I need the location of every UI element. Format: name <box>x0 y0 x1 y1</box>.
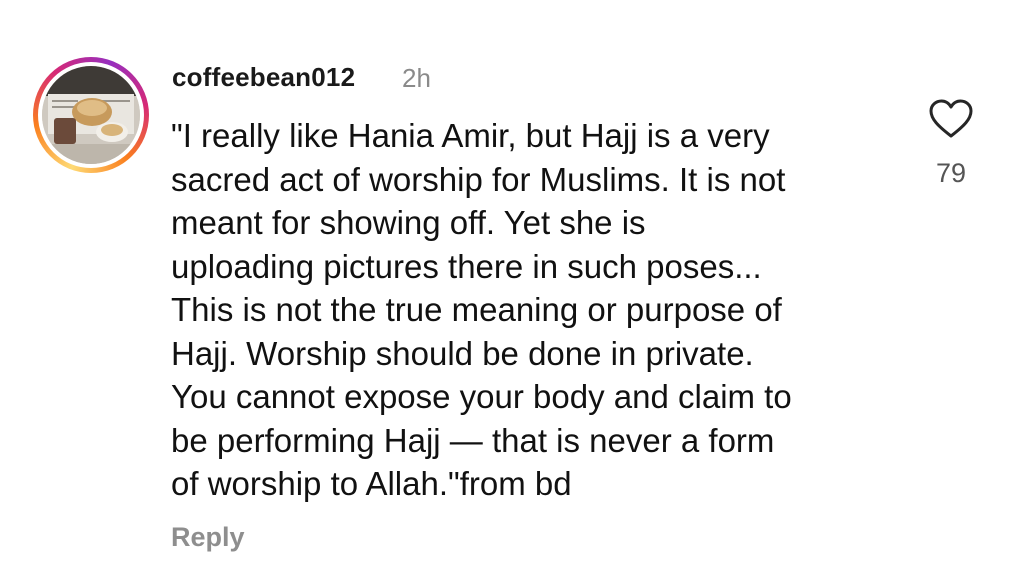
avatar-image <box>42 66 140 164</box>
timestamp: 2h <box>402 63 431 93</box>
like-button[interactable] <box>928 98 974 140</box>
username[interactable]: coffeebean012 <box>172 62 355 93</box>
story-ring[interactable] <box>33 57 149 173</box>
heart-outline-icon <box>929 99 973 138</box>
avatar-ring-gap <box>38 62 144 168</box>
like-count: 79 <box>935 158 967 188</box>
comment-text: "I really like Hania Amir, but Hajj is a… <box>171 117 792 502</box>
reply-button[interactable]: Reply <box>171 522 245 553</box>
comment-item: coffeebean012 2h "I really like Hania Am… <box>0 0 1024 581</box>
avatar[interactable] <box>42 66 140 164</box>
